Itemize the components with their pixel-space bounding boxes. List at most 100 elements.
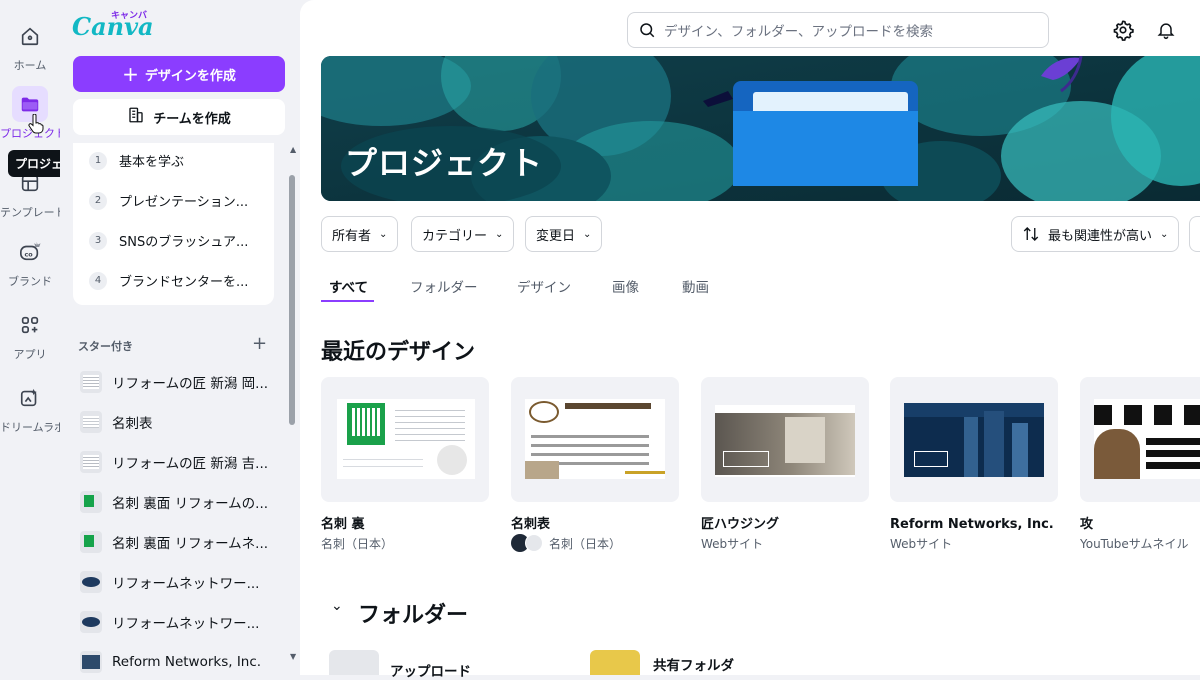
modified-filter[interactable]: 変更日 ⌄ bbox=[525, 216, 603, 252]
bell-icon[interactable] bbox=[1156, 20, 1176, 40]
sort-arrows-icon bbox=[1023, 227, 1039, 241]
dream-lab-icon bbox=[12, 380, 48, 416]
folders-heading: フォルダー bbox=[358, 603, 469, 628]
rail-label: ホーム bbox=[13, 59, 47, 72]
scroll-down-icon[interactable]: ▼ bbox=[290, 652, 296, 661]
starred-item[interactable]: 名刺 裏面 リフォームネ... bbox=[80, 531, 268, 553]
starred-heading: スター付き bbox=[78, 340, 133, 353]
starred-thumbnail bbox=[80, 491, 102, 513]
design-thumbnail bbox=[904, 403, 1044, 477]
learn-list: 1 基本を学ぶ 2 プレゼンテーション... 3 SNSのブラッシュア... 4… bbox=[73, 143, 274, 305]
category-filter-label: カテゴリー bbox=[422, 228, 488, 244]
recent-designs-heading: 最近のデザイン bbox=[321, 340, 476, 365]
plus-icon: + bbox=[122, 62, 139, 86]
folder-uploads[interactable]: アップロード bbox=[390, 660, 471, 680]
sort-label: 最も関連性が高い bbox=[1048, 228, 1153, 244]
search-icon bbox=[640, 23, 655, 38]
sort-dropdown[interactable]: 最も関連性が高い ⌄ bbox=[1011, 216, 1180, 252]
folder-icon bbox=[329, 650, 379, 675]
rail-label: テンプレート bbox=[0, 206, 60, 219]
starred-item-label: リフォームネットワー... bbox=[112, 576, 260, 592]
add-starred-icon[interactable]: + bbox=[252, 333, 267, 354]
design-card-title[interactable]: 名刺 裏 bbox=[321, 513, 489, 532]
svg-text:co: co bbox=[25, 251, 34, 259]
design-card-type: Webサイト bbox=[890, 537, 953, 551]
starred-item[interactable]: リフォームネットワー... bbox=[80, 611, 259, 633]
starred-item[interactable]: リフォームネットワー... bbox=[80, 571, 259, 593]
design-thumbnail bbox=[525, 399, 665, 479]
starred-item-label: リフォームネットワー... bbox=[112, 616, 260, 632]
starred-item[interactable]: 名刺 裏面 リフォームの... bbox=[80, 491, 268, 513]
design-thumbnail bbox=[337, 399, 475, 479]
tab-videos[interactable]: 動画 bbox=[682, 276, 709, 296]
side-panel-scrollbar[interactable] bbox=[289, 175, 295, 425]
collapse-chevron-icon[interactable]: ⌄ bbox=[331, 598, 343, 614]
chevron-down-icon: ⌄ bbox=[495, 228, 504, 240]
rail-label: ブランド bbox=[8, 275, 52, 288]
design-card-type: 名刺（日本） bbox=[321, 537, 394, 551]
design-card[interactable] bbox=[321, 377, 489, 502]
search-bar[interactable]: デザイン、フォルダー、アップロードを検索 bbox=[627, 12, 1049, 48]
design-card[interactable] bbox=[1080, 377, 1200, 502]
rail-item-apps[interactable]: アプリ bbox=[0, 307, 60, 362]
design-card-type: YouTubeサムネイル bbox=[1080, 537, 1189, 551]
rail-item-home[interactable]: ホーム bbox=[0, 18, 60, 73]
create-design-label: デザインを作成 bbox=[144, 68, 236, 84]
projects-banner: プロジェクト bbox=[321, 56, 1200, 201]
learn-item[interactable]: 2 プレゼンテーション... bbox=[89, 191, 248, 210]
design-card[interactable] bbox=[701, 377, 869, 502]
learn-step-number: 4 bbox=[89, 271, 107, 290]
create-design-button[interactable]: + デザインを作成 bbox=[73, 56, 285, 92]
starred-item[interactable]: リフォームの匠 新潟 岡... bbox=[80, 371, 268, 393]
learn-item-label: SNSのブラッシュア... bbox=[119, 235, 249, 250]
gear-icon[interactable] bbox=[1112, 19, 1134, 41]
design-card[interactable] bbox=[890, 377, 1058, 502]
rail-item-dream-lab[interactable]: ドリームラボ bbox=[0, 380, 60, 435]
starred-thumbnail bbox=[80, 371, 102, 393]
starred-item[interactable]: Reform Networks, Inc. bbox=[80, 651, 261, 673]
tab-designs[interactable]: デザイン bbox=[517, 276, 571, 296]
learn-step-number: 3 bbox=[89, 231, 107, 250]
category-filter[interactable]: カテゴリー ⌄ bbox=[411, 216, 515, 252]
learn-item[interactable]: 4 ブランドセンターを... bbox=[89, 271, 248, 290]
starred-item-label: 名刺 裏面 リフォームの... bbox=[112, 496, 269, 512]
starred-thumbnail bbox=[80, 411, 102, 433]
learn-item-label: ブランドセンターを... bbox=[119, 275, 249, 290]
starred-item-label: 名刺表 bbox=[112, 416, 153, 432]
tab-folders[interactable]: フォルダー bbox=[410, 276, 478, 296]
hand-cursor-icon bbox=[28, 114, 44, 134]
design-thumbnail bbox=[715, 405, 855, 477]
rail-label: ドリームラボ bbox=[0, 421, 60, 434]
starred-thumbnail bbox=[80, 451, 102, 473]
learn-step-number: 1 bbox=[89, 151, 107, 170]
design-card-title[interactable]: 匠ハウジング bbox=[701, 513, 869, 532]
canva-logo-kana: キャンバ bbox=[111, 11, 148, 21]
view-toggle-button[interactable] bbox=[1189, 216, 1200, 252]
scroll-up-icon[interactable]: ▲ bbox=[290, 145, 296, 154]
page-title: プロジェクト bbox=[345, 144, 544, 182]
create-team-button[interactable]: チームを作成 bbox=[73, 99, 285, 135]
tab-images[interactable]: 画像 bbox=[612, 276, 639, 296]
modified-filter-label: 変更日 bbox=[536, 228, 576, 244]
owner-filter-label: 所有者 bbox=[332, 228, 372, 244]
starred-item-label: Reform Networks, Inc. bbox=[112, 654, 262, 670]
design-card[interactable] bbox=[511, 377, 679, 502]
starred-item[interactable]: 名刺表 bbox=[80, 411, 153, 433]
brand-icon: co bbox=[12, 234, 48, 270]
tab-all[interactable]: すべて bbox=[329, 276, 368, 296]
design-card-title[interactable]: 名刺表 bbox=[511, 513, 679, 532]
starred-item[interactable]: リフォームの匠 新潟 吉... bbox=[80, 451, 268, 473]
starred-thumbnail bbox=[80, 531, 102, 553]
home-icon bbox=[12, 18, 48, 54]
folder-shared[interactable]: 共有フォルダ bbox=[653, 654, 734, 674]
learn-step-number: 2 bbox=[89, 191, 107, 210]
design-card-title[interactable]: 攻 bbox=[1080, 513, 1200, 532]
design-card-type: 名刺（日本） bbox=[549, 537, 622, 551]
rail-item-brand[interactable]: co ブランド bbox=[0, 234, 60, 289]
design-card-title[interactable]: Reform Networks, Inc.（... bbox=[890, 513, 1058, 532]
learn-item[interactable]: 1 基本を学ぶ bbox=[89, 151, 184, 170]
search-input[interactable]: デザイン、フォルダー、アップロードを検索 bbox=[664, 20, 933, 40]
owner-filter[interactable]: 所有者 ⌄ bbox=[321, 216, 399, 252]
learn-item[interactable]: 3 SNSのブラッシュア... bbox=[89, 231, 248, 250]
create-team-label: チームを作成 bbox=[153, 111, 231, 127]
